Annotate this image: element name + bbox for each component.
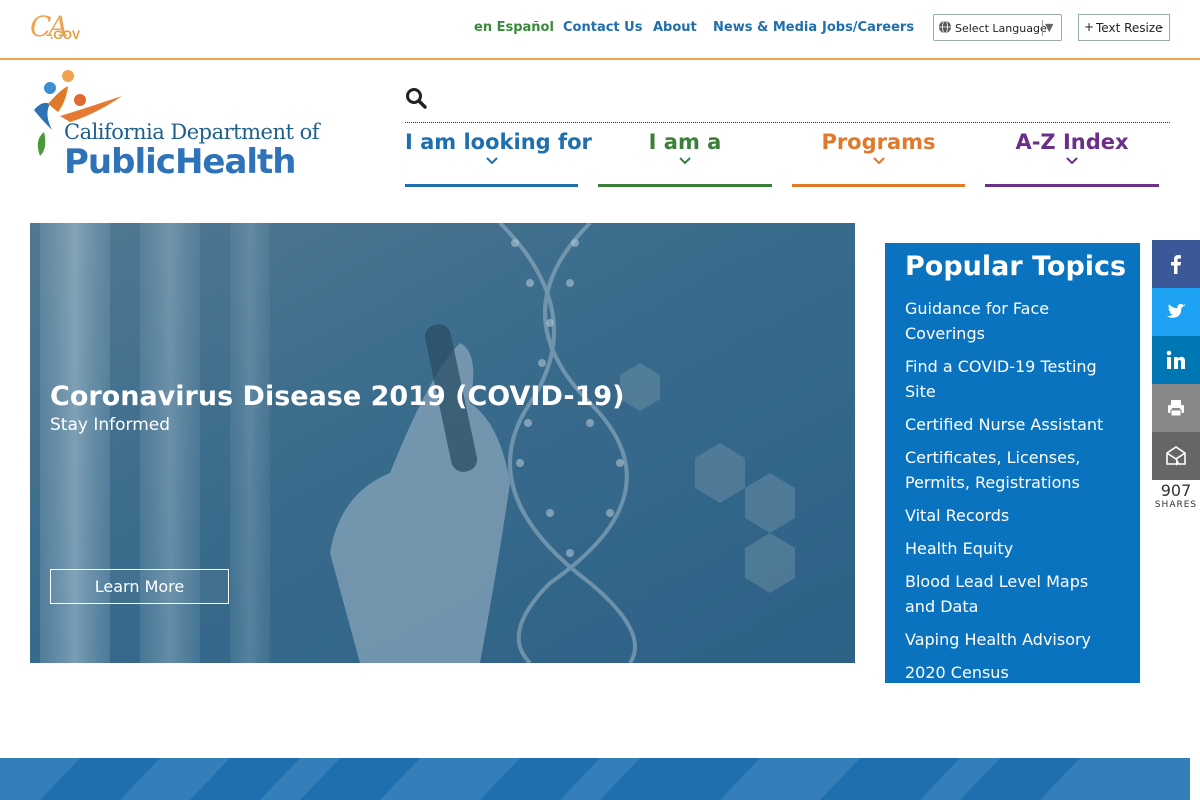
popular-topic-link[interactable]: Blood Lead Level Maps and Data [905, 569, 1120, 619]
popular-topics-panel: Popular Topics Guidance for Face Coverin… [885, 243, 1140, 683]
link-about[interactable]: About [653, 20, 697, 35]
nav-label: A-Z Index [1015, 130, 1129, 154]
search-icon[interactable] [405, 87, 427, 109]
utility-bar: CA .GOV en Español Contact Us About News… [0, 0, 1200, 60]
email-icon [1166, 446, 1186, 466]
share-print-button[interactable] [1152, 384, 1200, 432]
link-jobs-careers[interactable]: Jobs/Careers [822, 20, 914, 35]
cdph-logo[interactable]: California Department of PublicHealth [30, 70, 320, 182]
language-select-divider [1042, 20, 1043, 36]
share-email-button[interactable] [1152, 432, 1200, 480]
lower-banner-image [0, 758, 1190, 800]
popular-topic-link[interactable]: Vaping Health Advisory [905, 627, 1120, 652]
cdph-logo-public: Public [64, 142, 176, 182]
nav-a-z-index[interactable]: A-Z Index [985, 130, 1159, 187]
linkedin-icon [1166, 350, 1185, 369]
text-resize-control: + Text Resize - [1078, 14, 1170, 41]
hero-banner: Coronavirus Disease 2019 (COVID-19) Stay… [30, 223, 855, 663]
chevron-down-icon [679, 157, 691, 165]
chevron-down-icon [872, 157, 885, 165]
text-resize-increase[interactable]: + [1084, 20, 1094, 34]
social-share-bar: 907 SHARES [1152, 240, 1200, 510]
learn-more-button[interactable]: Learn More [50, 569, 229, 604]
main-navigation: I am looking for I am a Programs A-Z Ind… [405, 130, 1170, 187]
language-select-label: Select Language [955, 22, 1047, 35]
popular-topics-heading: Popular Topics [905, 251, 1127, 282]
popular-topic-link[interactable]: Certified Nurse Assistant [905, 412, 1120, 437]
popular-topic-link[interactable]: Find a COVID-19 Testing Site [905, 354, 1120, 404]
cdph-logo-line2: PublicHealth [64, 142, 297, 182]
twitter-icon [1166, 304, 1186, 318]
ca-gov-logo-suffix: .GOV [50, 28, 81, 42]
print-icon [1168, 400, 1184, 417]
popular-topic-link[interactable]: Certificates, Licenses, Permits, Registr… [905, 445, 1120, 495]
share-twitter-button[interactable] [1152, 288, 1200, 336]
link-en-espanol[interactable]: en Español [474, 20, 554, 35]
nav-i-am-a[interactable]: I am a [598, 130, 772, 187]
nav-label: I am looking for [405, 130, 592, 154]
cdph-logo-health: Health [174, 142, 297, 182]
share-linkedin-button[interactable] [1152, 336, 1200, 384]
share-count: 907 [1160, 481, 1192, 500]
chevron-down-icon: ▼ [1045, 21, 1054, 34]
globe-icon [939, 20, 951, 34]
chevron-down-icon [485, 157, 498, 165]
search-input[interactable] [435, 84, 1169, 116]
ca-gov-logo[interactable]: CA .GOV [30, 10, 80, 44]
share-count-label: SHARES [1154, 500, 1198, 510]
nav-programs[interactable]: Programs [792, 130, 965, 187]
popular-topic-link[interactable]: Health Equity [905, 536, 1120, 561]
facebook-icon [1171, 255, 1181, 274]
hero-title: Coronavirus Disease 2019 (COVID-19) [50, 381, 625, 412]
popular-topic-link[interactable]: 2020 Census [905, 660, 1120, 685]
popular-topic-link[interactable]: Vital Records [905, 503, 1120, 528]
cdph-logo-line1: California Department of [64, 120, 320, 144]
nav-i-am-looking-for[interactable]: I am looking for [405, 130, 592, 187]
link-contact-us[interactable]: Contact Us [563, 20, 642, 35]
popular-topics-list: Guidance for Face Coverings Find a COVID… [905, 296, 1120, 685]
text-resize-decrease[interactable]: - [1159, 20, 1163, 34]
popular-topic-link[interactable]: Guidance for Face Coverings [905, 296, 1120, 346]
nav-label: Programs [821, 130, 936, 154]
hero-subtitle: Stay Informed [50, 415, 171, 435]
lower-banner-graphic [0, 758, 1190, 800]
nav-label: I am a [648, 130, 722, 154]
text-resize-label: Text Resize [1096, 21, 1163, 35]
share-facebook-button[interactable] [1152, 240, 1200, 288]
chevron-down-icon [1066, 157, 1078, 165]
language-select[interactable]: Select Language ▼ [933, 14, 1062, 41]
link-news-media[interactable]: News & Media [713, 20, 817, 35]
site-search [405, 84, 1170, 123]
